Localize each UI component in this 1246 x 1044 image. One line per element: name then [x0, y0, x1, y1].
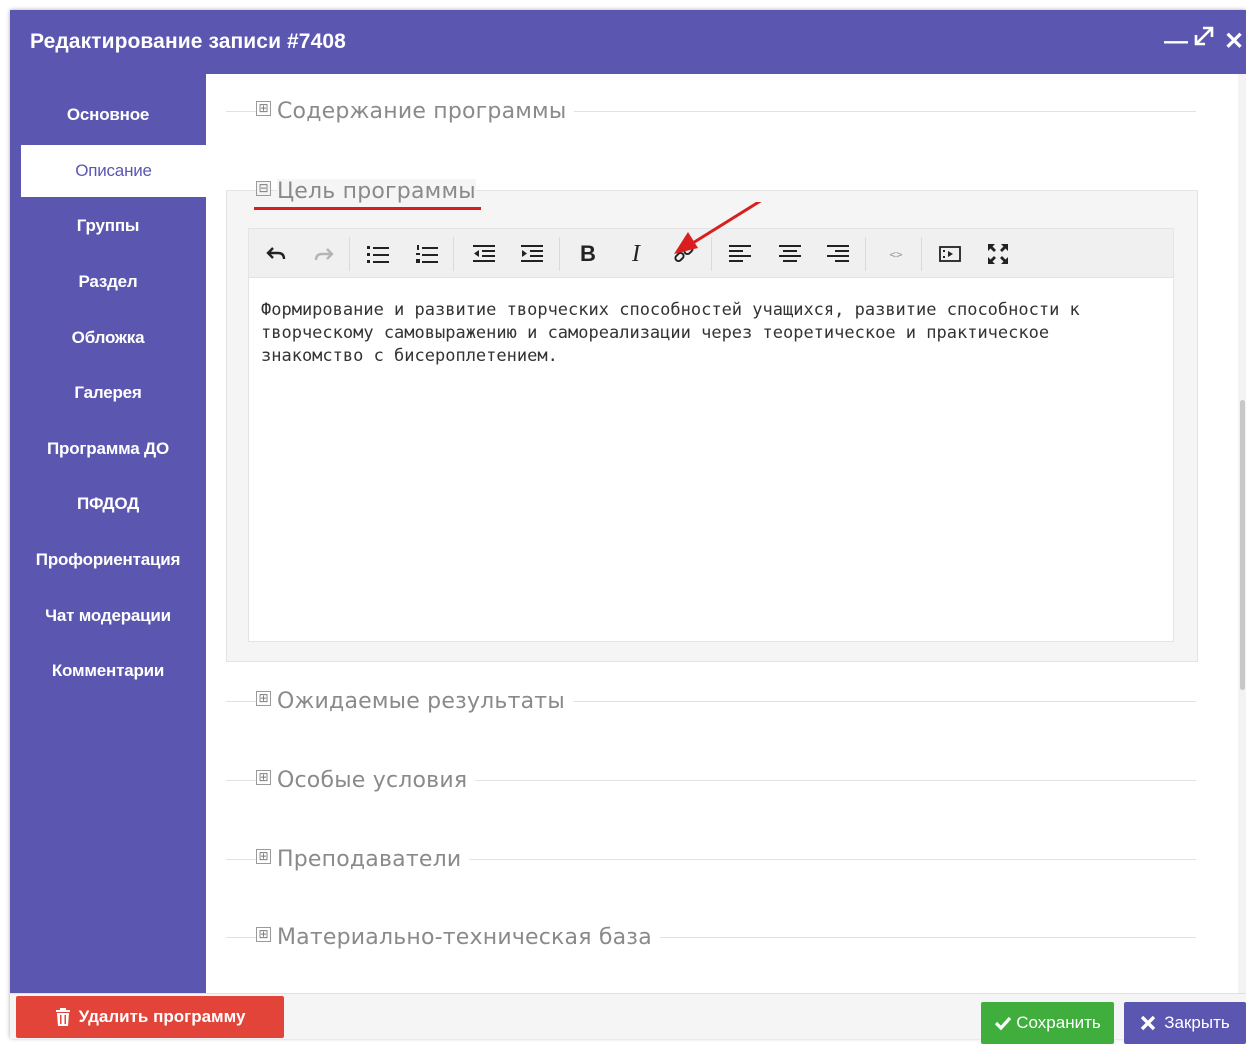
sidebar-item-moderation-chat[interactable]: Чат модерации [10, 590, 206, 642]
sidebar-item-main[interactable]: Основное [10, 89, 206, 141]
bullet-list-icon[interactable] [365, 241, 391, 267]
section-program-content-label: Содержание программы [277, 98, 567, 124]
expand-icon: ⊞ [256, 769, 271, 785]
check-icon [994, 1015, 1012, 1031]
trash-icon [55, 1008, 71, 1026]
code-icon[interactable]: <> [883, 241, 909, 267]
section-special-conditions: ⊞ Особые условия [226, 765, 1196, 795]
section-expected-results-header[interactable]: ⊞ Ожидаемые результаты [256, 686, 573, 716]
sidebar-item-career[interactable]: Профориентация [10, 534, 206, 586]
minimize-icon[interactable]: — [1164, 28, 1188, 56]
indent-icon[interactable] [519, 241, 545, 267]
sidebar-item-pfdod[interactable]: ПФДОД [10, 478, 206, 530]
expand-icon: ⊞ [256, 848, 271, 864]
rich-text-editor[interactable]: B I <> Формирование и развитие творчески… [248, 228, 1174, 642]
dialog-titlebar: Редактирование записи #7408 — ✕ [10, 10, 1246, 74]
save-label: Сохранить [1016, 1013, 1101, 1032]
sidebar-item-section[interactable]: Раздел [10, 256, 206, 308]
section-special-conditions-header[interactable]: ⊞ Особые условия [256, 765, 476, 795]
section-special-conditions-label: Особые условия [277, 767, 468, 793]
sidebar-item-description[interactable]: Описание [21, 145, 206, 197]
redo-icon[interactable] [311, 241, 337, 267]
dialog-title: Редактирование записи #7408 [30, 30, 346, 53]
toolbar-separator [921, 237, 922, 271]
section-expected-results-label: Ожидаемые результаты [277, 688, 565, 714]
section-material-base-header[interactable]: ⊞ Материально-техническая база [256, 922, 660, 952]
delete-program-label: Удалить программу [78, 1007, 246, 1026]
collapse-icon: ⊟ [256, 180, 271, 196]
italic-icon[interactable]: I [623, 241, 649, 267]
section-teachers-label: Преподаватели [277, 846, 462, 872]
close-label: Закрыть [1164, 1013, 1230, 1032]
undo-icon[interactable] [263, 241, 289, 267]
section-expected-results: ⊞ Ожидаемые результаты [226, 686, 1196, 716]
numbered-list-icon[interactable] [414, 241, 440, 267]
bold-icon[interactable]: B [575, 241, 601, 267]
section-program-content-header[interactable]: ⊞ Содержание программы [256, 96, 575, 126]
media-icon[interactable] [937, 241, 963, 267]
section-program-content: ⊞ Содержание программы [226, 96, 1196, 126]
content-area: ⊞ Содержание программы ⊟ Цель программы [206, 74, 1246, 993]
sidebar-item-cover[interactable]: Обложка [10, 312, 206, 364]
toolbar-separator [453, 237, 454, 271]
editor-content[interactable]: Формирование и развитие творческих спосо… [261, 299, 1151, 368]
expand-icon: ⊞ [256, 926, 271, 942]
expand-icon: ⊞ [256, 100, 271, 116]
toolbar-separator [559, 237, 560, 271]
sidebar-item-gallery[interactable]: Галерея [10, 367, 206, 419]
expand-icon: ⊞ [256, 690, 271, 706]
toolbar-separator [865, 237, 866, 271]
delete-program-button[interactable]: Удалить программу [16, 996, 284, 1038]
section-program-goal-label: Цель программы [277, 178, 476, 204]
sidebar-item-comments[interactable]: Комментарии [10, 645, 206, 697]
scrollbar-thumb[interactable] [1240, 400, 1245, 690]
close-icon[interactable]: ✕ [1224, 27, 1244, 56]
sidebar-nav: Основное Описание Группы Раздел Обложка … [10, 74, 206, 993]
section-teachers-header[interactable]: ⊞ Преподаватели [256, 844, 470, 874]
close-icon [1140, 1015, 1156, 1031]
section-material-base: ⊞ Материально-техническая база [226, 922, 1196, 952]
sidebar-item-program[interactable]: Программа ДО [10, 423, 206, 475]
align-right-icon[interactable] [825, 241, 851, 267]
dialog-footer: Удалить программу Сохранить Закрыть [10, 993, 1246, 1044]
toolbar-separator [349, 237, 350, 271]
sidebar-item-groups[interactable]: Группы [10, 200, 206, 252]
fullscreen-icon[interactable] [985, 241, 1011, 267]
section-teachers: ⊞ Преподаватели [226, 844, 1196, 874]
outdent-icon[interactable] [471, 241, 497, 267]
annotation-arrow [674, 202, 762, 254]
align-center-icon[interactable] [777, 241, 803, 267]
section-program-goal-header[interactable]: ⊟ Цель программы [256, 176, 484, 206]
edit-record-dialog: Редактирование записи #7408 — ✕ Основное… [10, 10, 1246, 1044]
section-material-base-label: Материально-техническая база [277, 924, 652, 950]
maximize-icon[interactable] [1192, 24, 1216, 53]
annotation-underline [254, 207, 481, 210]
